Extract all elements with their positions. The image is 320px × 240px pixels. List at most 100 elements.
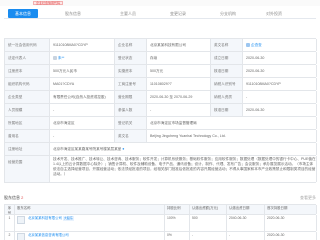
label-org-code: 组织机构代码 xyxy=(5,78,50,90)
col-index: 序号 xyxy=(5,205,15,214)
ratio-value: 100% xyxy=(165,215,190,231)
col-ratio: 持股比例 xyxy=(165,205,190,214)
col-amount: 认缴出资额(万元) xyxy=(190,205,227,214)
value-taxpayer-id: 91110108MA0?CDYP xyxy=(243,78,317,90)
nearby-companies-link[interactable]: ● xyxy=(122,147,124,151)
shareholder-name-cell: 北京某某科技有限公司 大股东 xyxy=(15,215,165,231)
shareholder-name-cell: 北京某某信息咨询有限公司 xyxy=(15,232,165,240)
col-name: 股东名称 xyxy=(15,205,165,214)
info-row: 注册地址 北京市海淀区某某路某号院某号楼某层某室 ● xyxy=(5,143,317,156)
label-business-scope: 经营范围 xyxy=(5,156,50,182)
major-shareholder-badge: 大股东 xyxy=(62,216,74,221)
value-english-full-name: Beijing Jingcheng Yuanhai Technology Co.… xyxy=(147,130,317,142)
label-reg-number: 工商注册号 xyxy=(115,78,147,90)
info-tabs: 基本信息 股东信息 主要人员 变更记录 分支机构 对外投资 xyxy=(4,7,316,19)
value-reg-number: 110108029?7 xyxy=(147,78,211,90)
tab-investments[interactable]: 对外投资 xyxy=(260,9,288,18)
value-legal-rep: 朱** xyxy=(50,52,115,64)
value-address: 北京市海淀区某某路某号院某号楼某层某室 ● xyxy=(50,143,317,155)
label-legal-rep: 法定代表人 xyxy=(5,52,50,64)
label-approval-date-2: 核准日期 xyxy=(211,104,243,116)
value-credit-code: 91110108MA0?CDYP xyxy=(50,39,115,51)
row-index: 1 xyxy=(5,215,15,231)
value-status: 存续 xyxy=(147,52,211,64)
value-org-code: MA01?CDYA xyxy=(50,78,115,90)
label-approval-date: 核准日期 xyxy=(211,65,243,77)
shareholders-section-title: 股东信息 2 查看更多 xyxy=(4,193,316,203)
label-region: 所属地区 xyxy=(5,117,50,129)
value-taxpayer-qualification: - xyxy=(243,91,317,103)
info-row: 统一社会信用代码 91110108MA0?CDYP 企业名称 北京某某科技有限公… xyxy=(5,39,317,52)
value-company-type: 有限责任公司(自然人投资或控股) xyxy=(50,91,115,103)
info-row: 经营范围 技术开发、技术推广、技术转让、技术咨询、技术服务；软件开发；计算机系统… xyxy=(5,156,317,183)
label-taxpayer-qualification: 纳税人资质 xyxy=(211,91,243,103)
table-header-row: 序号 股东名称 持股比例 认缴出资额(万元) 认缴出资日期 首次持股日期 xyxy=(5,205,317,215)
credit-code-tag: 企业社会信用代码 xyxy=(33,1,64,5)
label-english-name: 英文名称 xyxy=(211,39,243,51)
label-english-full-name: 英文名 xyxy=(115,130,147,142)
view-more-link[interactable]: 查看更多 xyxy=(300,193,316,203)
value-insured-count: - xyxy=(147,104,211,116)
label-business-term: 营业期限 xyxy=(115,91,147,103)
value-staff-size: - xyxy=(50,104,115,116)
amount-value: 500 xyxy=(190,215,227,231)
avatar xyxy=(53,56,57,61)
shareholder-name-link[interactable]: 北京某某信息咨询有限公司 xyxy=(28,233,69,237)
date-value: - xyxy=(227,232,265,240)
info-row: 企业类型 有限责任公司(自然人投资或控股) 营业期限 2020-06-30 至 … xyxy=(5,91,317,104)
label-credit-code: 统一社会信用代码 xyxy=(5,39,50,51)
value-paid-capital: 500万元 xyxy=(147,65,211,77)
company-logo xyxy=(17,216,25,224)
amount-value: - xyxy=(190,232,227,240)
label-company-type: 企业类型 xyxy=(5,91,50,103)
tab-basic-info[interactable]: 基本信息 xyxy=(8,9,38,18)
value-registration-authority: 北京市海淀区市场监督管理局 xyxy=(147,117,317,129)
label-registration-authority: 登记机关 xyxy=(115,117,147,129)
value-founded: 2020-06-30 xyxy=(243,52,317,64)
label-staff-size: 人员规模 xyxy=(5,104,50,116)
col-date: 认缴出资日期 xyxy=(227,205,265,214)
info-row: 组织机构代码 MA01?CDYA 工商注册号 110108029?7 纳税人识别… xyxy=(5,78,317,91)
col-first-date: 首次持股日期 xyxy=(265,205,317,214)
value-approval-date-2: 2020-06-30 xyxy=(243,104,317,116)
label-founded: 成立日期 xyxy=(211,52,243,64)
table-row: 1 北京某某科技有限公司 大股东 100% 500 2040-06-30 202… xyxy=(5,215,317,232)
tab-shareholders[interactable]: 股东信息 xyxy=(59,9,87,18)
value-region: 北京市海淀区 xyxy=(50,117,115,129)
value-english-name: 企查查 xyxy=(243,39,317,51)
label-paid-capital: 实缴资本 xyxy=(115,65,147,77)
info-row: 人员规模 - 参保人数 - 核准日期 2020-06-30 xyxy=(5,104,317,117)
value-approval-date: 2020-06-30 xyxy=(243,65,317,77)
ratio-value: 0% xyxy=(165,232,190,240)
value-company-name: 北京某某科技有限公司 xyxy=(147,39,211,51)
row-index: 2 xyxy=(5,232,15,240)
label-insured-count: 参保人数 xyxy=(115,104,147,116)
info-row: 法定代表人 朱** 登记状态 存续 成立日期 2020-06-30 xyxy=(5,52,317,65)
link-icon xyxy=(246,43,250,48)
value-business-term: 2020-06-30 至 2070-06-29 xyxy=(147,91,211,103)
top-bar: 企业社会信用代码 xyxy=(0,0,320,6)
label-company-name: 企业名称 xyxy=(115,39,147,51)
value-former-name: - xyxy=(50,130,115,142)
first-date-value: 2020-06-30 xyxy=(265,232,317,240)
basic-info-table: 统一社会信用代码 91110108MA0?CDYP 企业名称 北京某某科技有限公… xyxy=(4,38,317,183)
value-business-scope: 技术开发、技术推广、技术转让、技术咨询、技术服务；软件开发；计算机系统服务；基础… xyxy=(50,156,317,182)
company-logo xyxy=(17,233,25,240)
value-registered-capital: 500万元人民币 xyxy=(50,65,115,77)
label-address: 注册地址 xyxy=(5,143,50,155)
info-row: 注册资本 500万元人民币 实缴资本 500万元 核准日期 2020-06-30 xyxy=(5,65,317,78)
tab-change-records[interactable]: 变更记录 xyxy=(164,9,192,18)
shareholders-count: 2 xyxy=(21,195,24,200)
date-value: 2040-06-30 xyxy=(227,215,265,231)
label-taxpayer-id: 纳税人识别号 xyxy=(211,78,243,90)
label-former-name: 曾用名 xyxy=(5,130,50,142)
label-registered-capital: 注册资本 xyxy=(5,65,50,77)
info-row: 所属地区 北京市海淀区 登记机关 北京市海淀区市场监督管理局 xyxy=(5,117,317,130)
shareholders-table: 序号 股东名称 持股比例 认缴出资额(万元) 认缴出资日期 首次持股日期 1 北… xyxy=(4,204,317,240)
shareholder-name-link[interactable]: 北京某某科技有限公司 xyxy=(28,216,62,220)
table-row: 2 北京某某信息咨询有限公司 0% - - 2020-06-30 xyxy=(5,232,317,240)
tab-key-personnel[interactable]: 主要人员 xyxy=(114,9,142,18)
first-date-value: 2020-06-30 xyxy=(265,215,317,231)
tab-branches[interactable]: 分支机构 xyxy=(214,9,242,18)
info-row: 曾用名 - 英文名 Beijing Jingcheng Yuanhai Tech… xyxy=(5,130,317,143)
